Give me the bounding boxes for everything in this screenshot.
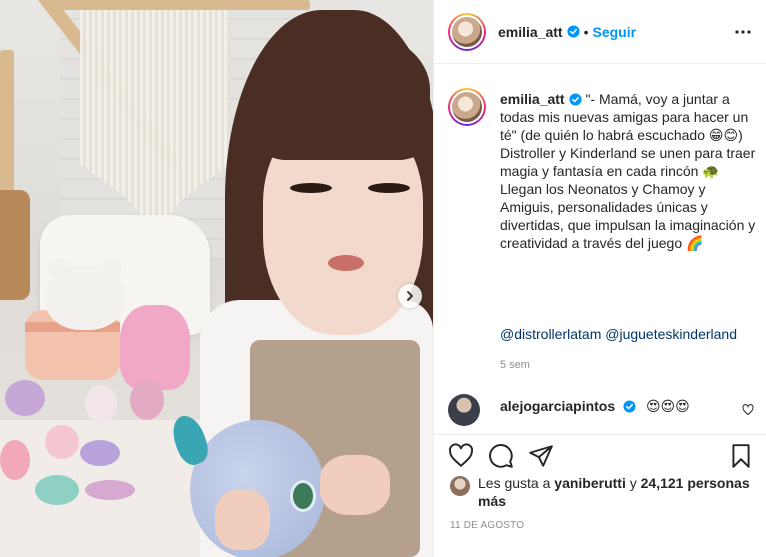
girl-eye bbox=[290, 183, 332, 193]
heart-icon[interactable] bbox=[448, 443, 474, 469]
follow-button[interactable]: Seguir bbox=[593, 24, 637, 40]
girl-hand bbox=[320, 455, 390, 515]
more-options-icon bbox=[735, 30, 751, 34]
action-bar bbox=[434, 434, 766, 474]
chevron-right-icon bbox=[407, 291, 413, 301]
likes-summary: Les gusta a yaniberutti y 24,121 persona… bbox=[450, 474, 760, 510]
more-options-button[interactable] bbox=[733, 22, 753, 42]
author-avatar[interactable] bbox=[448, 12, 486, 51]
liker-avatar[interactable] bbox=[450, 476, 470, 496]
toy-egg-eye bbox=[290, 480, 316, 512]
mention-link[interactable]: @distrollerlatam bbox=[500, 326, 601, 342]
likes-text: Les gusta a yaniberutti y 24,121 persona… bbox=[478, 474, 758, 510]
mention-link[interactable]: @jugueteskinderland bbox=[605, 326, 737, 342]
comment-item: alejogarciapintos 😍😍😍 bbox=[448, 394, 758, 426]
pink-toy bbox=[120, 305, 190, 390]
post-header: emilia_att • Seguir bbox=[434, 0, 766, 64]
small-toy bbox=[45, 425, 79, 459]
likes-connector: y bbox=[629, 475, 637, 491]
girl-eye bbox=[368, 183, 410, 193]
caption-mentions: @distrollerlatam @jugueteskinderland bbox=[500, 326, 737, 342]
comment-content: alejogarciapintos 😍😍😍 bbox=[500, 398, 690, 415]
small-toy bbox=[35, 475, 79, 505]
next-photo-button[interactable] bbox=[398, 284, 422, 308]
separator-dot: • bbox=[583, 23, 589, 40]
post-photo bbox=[0, 0, 433, 557]
caption-text: "- Mamá, voy a juntar a todas mis nuevas… bbox=[500, 91, 756, 251]
caption-time[interactable]: 5 sem bbox=[500, 359, 530, 371]
verified-badge-icon bbox=[569, 93, 582, 106]
blanket bbox=[0, 190, 30, 300]
likes-prefix: Les gusta a bbox=[478, 475, 551, 491]
small-toy bbox=[80, 440, 120, 466]
bear-ear-left bbox=[48, 258, 70, 280]
author-username[interactable]: emilia_att bbox=[498, 24, 563, 40]
commenter-username[interactable]: alejogarciapintos bbox=[500, 398, 615, 414]
commenter-avatar[interactable] bbox=[448, 394, 480, 426]
caption-username[interactable]: emilia_att bbox=[500, 91, 565, 107]
small-toy bbox=[0, 440, 30, 480]
caption-body: emilia_att "- Mamá, voy a juntar a todas… bbox=[500, 90, 762, 252]
girl-hand bbox=[215, 490, 270, 550]
post-date[interactable]: 11 DE AGOSTO bbox=[450, 520, 524, 531]
post-details-panel: emilia_att • Seguir emilia_att "- Mamá, … bbox=[433, 0, 766, 557]
small-toy bbox=[5, 380, 45, 416]
small-toy bbox=[85, 385, 117, 423]
girl-mouth bbox=[328, 255, 364, 271]
bear-ear-right bbox=[100, 258, 122, 280]
comment-like-icon[interactable] bbox=[742, 404, 754, 416]
small-toy bbox=[85, 480, 135, 500]
caption-avatar[interactable] bbox=[448, 88, 486, 126]
bookmark-icon[interactable] bbox=[728, 443, 754, 469]
share-icon[interactable] bbox=[528, 443, 554, 469]
verified-badge-icon bbox=[567, 25, 580, 38]
bed-frame-top bbox=[50, 0, 310, 10]
small-toy bbox=[130, 380, 164, 420]
liker-username[interactable]: yaniberutti bbox=[554, 475, 626, 491]
comment-icon[interactable] bbox=[488, 443, 514, 469]
comments-area: emilia_att "- Mamá, voy a juntar a todas… bbox=[434, 64, 766, 434]
comment-text: 😍😍😍 bbox=[645, 398, 690, 414]
verified-badge-icon bbox=[623, 400, 636, 413]
